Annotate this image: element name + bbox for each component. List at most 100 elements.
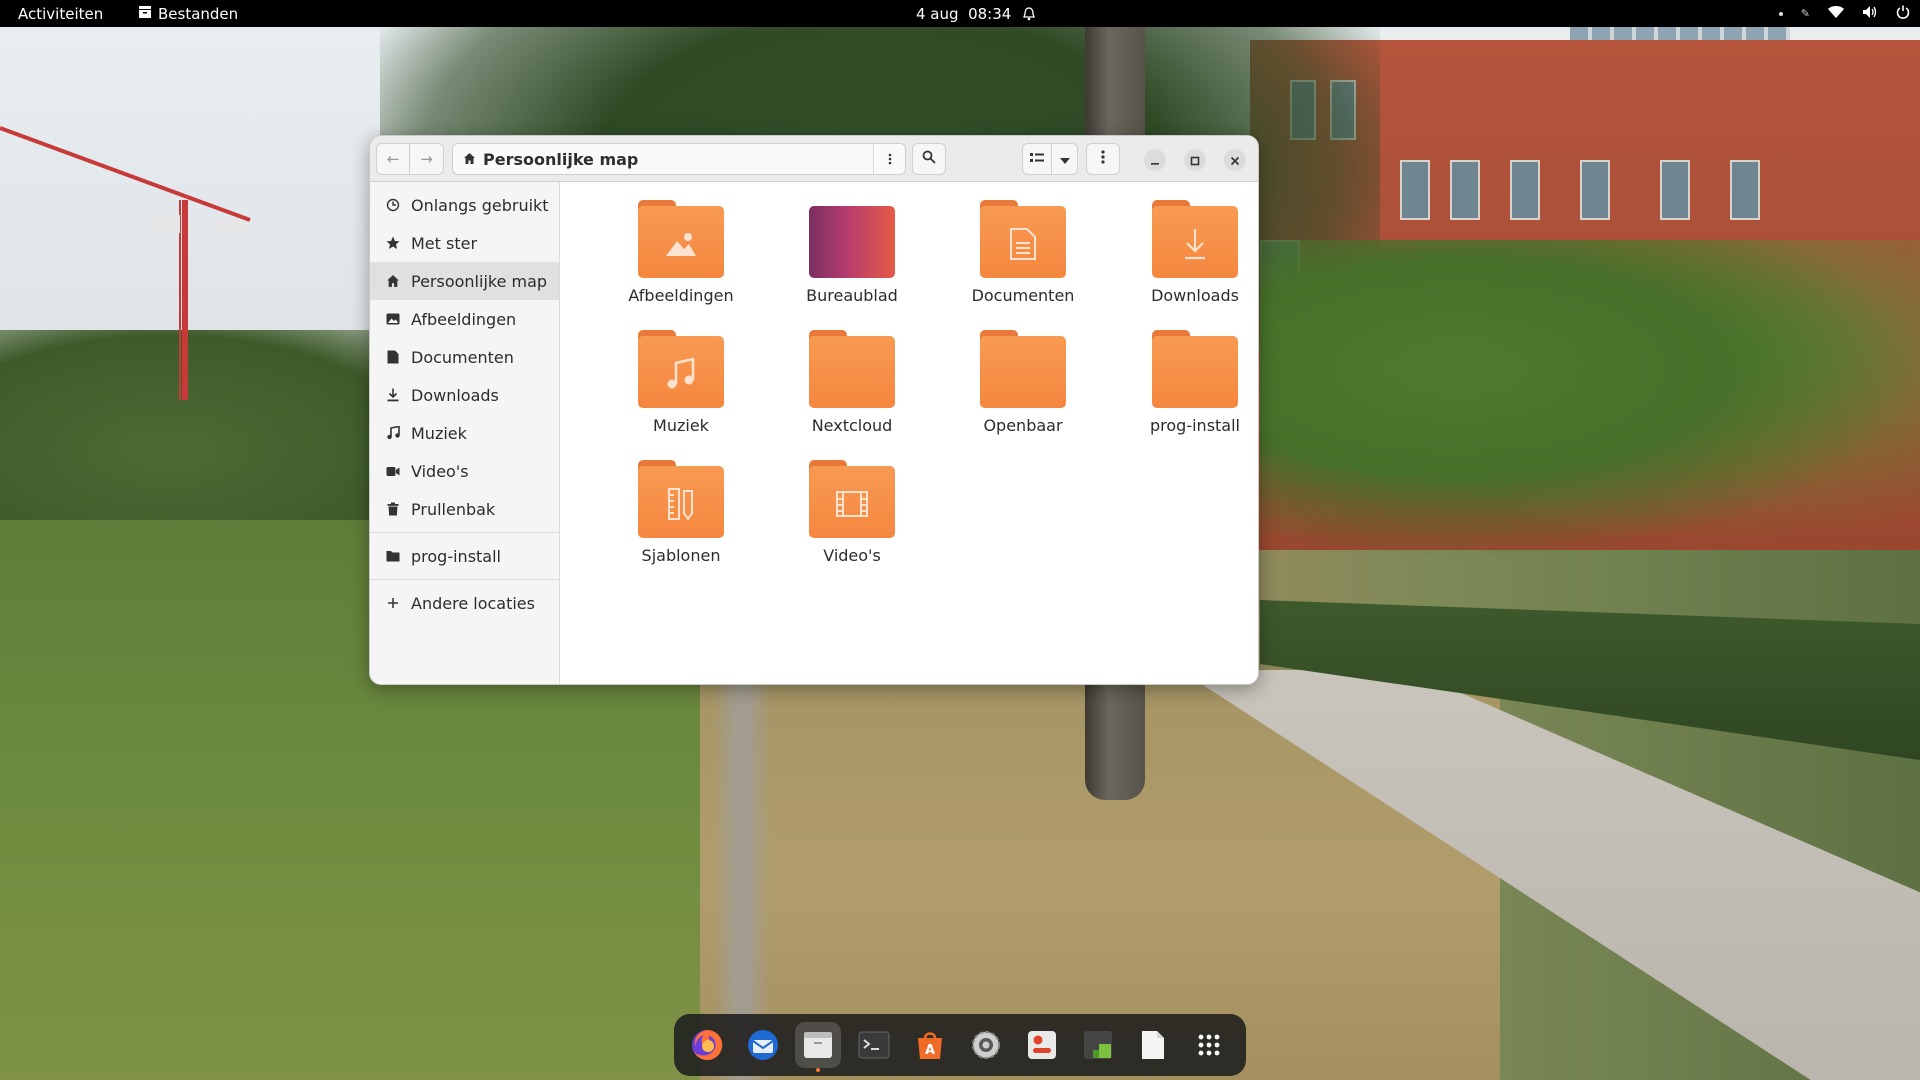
folder-name: Video's — [823, 546, 881, 565]
app-menu-button[interactable]: Bestanden — [138, 0, 238, 27]
folder-name: Nextcloud — [811, 416, 893, 435]
sidebar-item-label: Met ster — [411, 233, 478, 253]
music-icon — [385, 425, 401, 441]
files-icon[interactable] — [795, 1022, 841, 1072]
notification-bell-icon[interactable] — [1022, 0, 1036, 27]
sidebar-separator — [370, 579, 559, 580]
folder-name: Afbeeldingen — [628, 286, 734, 305]
arrow-left-icon: ← — [386, 150, 400, 168]
sidebar-item-documents[interactable]: Documenten — [370, 338, 559, 376]
sidebar-item-other-locations[interactable]: Andere locaties — [370, 584, 559, 622]
folder-item-documenten[interactable]: Documenten — [943, 200, 1103, 320]
path-menu-button[interactable] — [873, 144, 905, 174]
folder-name: Openbaar — [983, 416, 1063, 435]
running-indicator — [816, 1068, 820, 1072]
sidebar-item-label: Prullenbak — [411, 499, 496, 519]
settings-icon[interactable] — [963, 1022, 1009, 1068]
sidebar-item-label: Documenten — [411, 347, 514, 367]
image-icon — [385, 311, 401, 327]
folder-videos-icon — [809, 460, 895, 538]
pen-indicator-icon: ✎ — [1800, 7, 1810, 20]
activities-button[interactable]: Activiteiten — [18, 0, 103, 27]
sidebar-item-recent[interactable]: Onlangs gebruikt — [370, 186, 559, 224]
minimize-button[interactable] — [1144, 149, 1166, 171]
video-icon — [385, 463, 401, 479]
folder-item-bureaublad[interactable]: Bureaublad — [772, 200, 932, 320]
thunderbird-icon[interactable] — [740, 1022, 786, 1068]
view-options-dropdown[interactable] — [1052, 143, 1078, 175]
system-monitor-icon[interactable] — [1075, 1022, 1121, 1068]
sidebar-item-downloads[interactable]: Downloads — [370, 376, 559, 414]
system-status-area[interactable]: ✎ — [1778, 5, 1910, 23]
file-manager-window: ← → Persoonlijke map Onlangs gebruikt Me… — [369, 135, 1259, 685]
sidebar-item-starred[interactable]: Met ster — [370, 224, 559, 262]
places-sidebar: Onlangs gebruikt Met ster Persoonlijke m… — [370, 182, 560, 684]
list-view-icon — [1030, 150, 1044, 168]
view-mode-button[interactable] — [1022, 143, 1052, 175]
folder-name: Sjablonen — [641, 546, 721, 565]
folder-icon — [809, 330, 895, 408]
sidebar-item-trash[interactable]: Prullenbak — [370, 490, 559, 528]
sidebar-item-pictures[interactable]: Afbeeldingen — [370, 300, 559, 338]
folder-icon — [385, 548, 401, 564]
folder-item-prog-install[interactable]: prog-install — [1115, 330, 1258, 450]
home-icon — [385, 273, 401, 289]
folder-item-afbeeldingen[interactable]: Afbeeldingen — [601, 200, 761, 320]
volume-icon — [1862, 5, 1878, 23]
folder-name: Downloads — [1151, 286, 1239, 305]
wifi-icon — [1828, 5, 1844, 23]
folder-item-downloads[interactable]: Downloads — [1115, 200, 1258, 320]
folder-desktop-icon — [809, 200, 895, 278]
maximize-icon — [1190, 151, 1200, 170]
folder-item-nextcloud[interactable]: Nextcloud — [772, 330, 932, 450]
home-icon — [463, 150, 476, 169]
folder-item-openbaar[interactable]: Openbaar — [943, 330, 1103, 450]
folder-name: Bureaublad — [806, 286, 898, 305]
folder-item-muziek[interactable]: Muziek — [601, 330, 761, 450]
minimize-icon — [1150, 151, 1160, 170]
folder-icon — [1152, 330, 1238, 408]
app-grid-icon[interactable] — [1186, 1022, 1232, 1068]
search-button[interactable] — [912, 143, 946, 175]
sidebar-item-label: Afbeeldingen — [411, 309, 517, 329]
folder-item-sjablonen[interactable]: Sjablonen — [601, 460, 761, 580]
breadcrumb[interactable]: Persoonlijke map — [453, 150, 873, 169]
sidebar-item-label: prog-install — [411, 546, 501, 566]
terminal-icon[interactable] — [851, 1022, 897, 1068]
vertical-dots-icon — [1101, 150, 1105, 168]
tweaks-icon[interactable] — [1019, 1022, 1065, 1068]
clock-button[interactable]: 4 aug 08:34 — [916, 0, 1011, 27]
top-bar: Activiteiten Bestanden 4 aug 08:34 ✎ — [0, 0, 1920, 27]
vertical-dots-icon — [888, 150, 892, 169]
sidebar-item-home[interactable]: Persoonlijke map — [370, 262, 559, 300]
clock-icon — [385, 197, 401, 213]
path-bar[interactable]: Persoonlijke map — [452, 143, 906, 175]
back-button[interactable]: ← — [376, 143, 410, 175]
arrow-right-icon: → — [420, 150, 433, 168]
sidebar-item-label: Onlangs gebruikt — [411, 195, 549, 215]
path-label: Persoonlijke map — [483, 149, 639, 169]
app-name-label: Bestanden — [158, 4, 239, 23]
folder-downloads-icon — [1152, 200, 1238, 278]
folder-item-videos[interactable]: Video's — [772, 460, 932, 580]
maximize-button[interactable] — [1184, 149, 1206, 171]
sidebar-item-label: Andere locaties — [411, 593, 535, 613]
firefox-icon[interactable] — [684, 1022, 730, 1068]
sidebar-item-label: Video's — [411, 461, 469, 481]
trash-icon — [385, 501, 401, 517]
activities-label: Activiteiten — [18, 4, 104, 23]
search-icon — [922, 150, 936, 168]
software-center-icon[interactable]: A — [907, 1022, 953, 1068]
folder-name: prog-install — [1150, 416, 1240, 435]
close-button[interactable] — [1224, 149, 1246, 171]
download-icon — [385, 387, 401, 403]
main-menu-button[interactable] — [1086, 143, 1120, 175]
file-grid[interactable]: Afbeeldingen Bureaublad Documenten Downl… — [560, 182, 1258, 684]
forward-button[interactable]: → — [410, 143, 444, 175]
sidebar-item-prog-install[interactable]: prog-install — [370, 537, 559, 575]
text-editor-icon[interactable] — [1130, 1022, 1176, 1068]
folder-documents-icon — [980, 200, 1066, 278]
sidebar-item-videos[interactable]: Video's — [370, 452, 559, 490]
files-app-icon — [138, 5, 152, 23]
sidebar-item-music[interactable]: Muziek — [370, 414, 559, 452]
